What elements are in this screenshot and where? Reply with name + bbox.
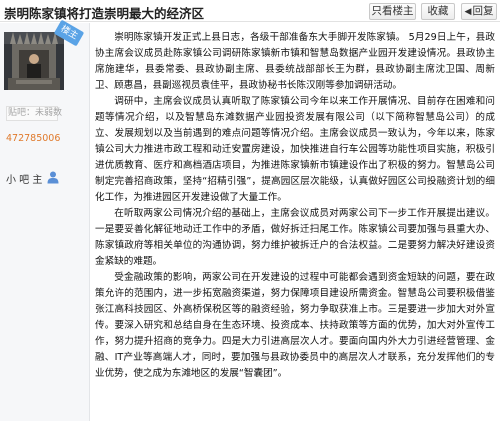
post-paragraph: 受金融政策的影响，两家公司在开发建设的过程中可能都会遇到资金短缺的问题，要在政策… — [95, 272, 495, 379]
only-op-button[interactable]: 只看楼主 — [369, 3, 416, 20]
user-role: 小 吧 主 — [6, 175, 43, 186]
post-paragraph: 在听取两家公司情况介绍的基础上，主席会议成员对两家公司下一步工作开展提出建议。一… — [95, 208, 495, 267]
reply-button[interactable]: ◀回复 — [461, 3, 497, 20]
favorite-button[interactable]: 收藏 — [421, 3, 455, 20]
reply-label: 回复 — [472, 5, 494, 17]
page-header: 崇明陈家镇将打造崇明最大的经济区 只看楼主 收藏 ◀回复 — [0, 0, 500, 22]
author-sidebar: 楼主 贴吧：未弱数 472785006 小 吧 主 — [0, 19, 90, 421]
thread-title: 崇明陈家镇将打造崇明最大的经济区 — [4, 6, 205, 21]
post-content: 崇明陈家镇开发正式上县日志，各级干部准备东大手脚开发陈家镇。 5月29日上午，县… — [95, 30, 495, 382]
user-level: 贴吧：未弱数 — [6, 106, 62, 121]
avatar[interactable] — [4, 32, 64, 90]
user-person-icon — [47, 171, 59, 184]
left-arrow-icon: ◀ — [464, 7, 472, 17]
throne-avatar-image — [4, 32, 64, 90]
user-id[interactable]: 472785006 — [6, 133, 60, 144]
post-paragraph: 崇明陈家镇开发正式上县日志，各级干部准备东大手脚开发陈家镇。 5月29日上午，县… — [95, 32, 495, 91]
post-paragraph: 调研中，主席会议成员认真听取了陈家镇公司今年以来工作开展情况、目前存在困难和问题… — [95, 96, 495, 203]
